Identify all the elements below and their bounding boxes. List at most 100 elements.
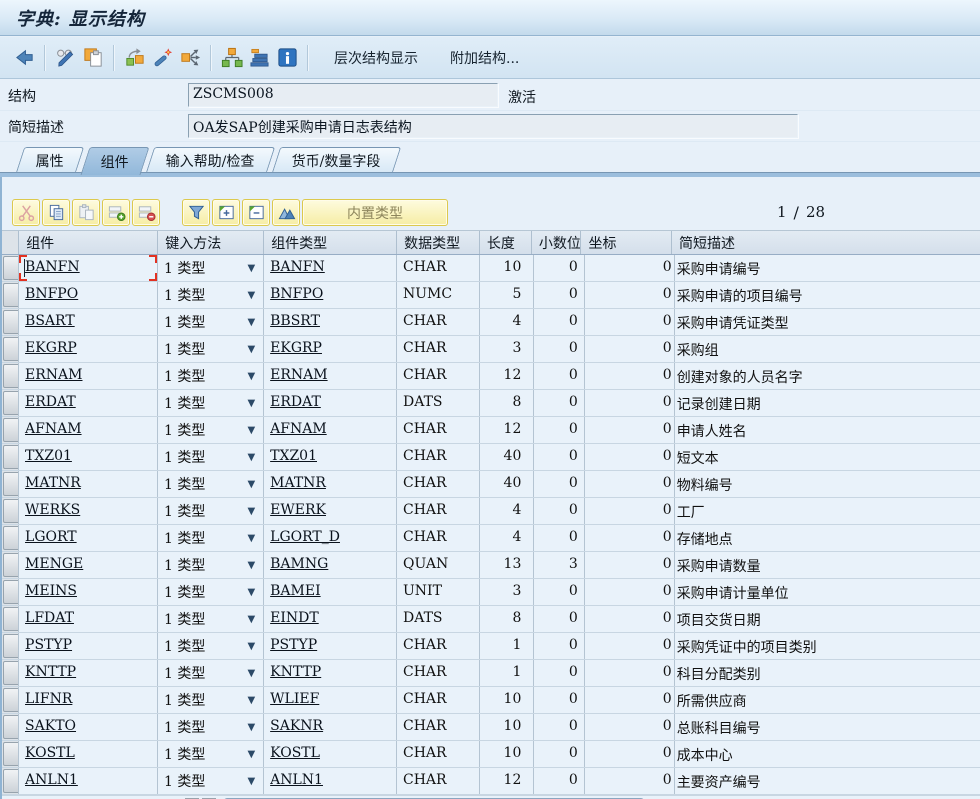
- chevron-down-icon[interactable]: ▼: [247, 533, 257, 544]
- chevron-down-icon[interactable]: ▼: [247, 263, 257, 274]
- typing-method-dropdown[interactable]: 1 类型 ▼: [158, 741, 265, 767]
- component-cell[interactable]: MATNR: [19, 471, 158, 497]
- chevron-down-icon[interactable]: ▼: [247, 398, 257, 409]
- component-type-link[interactable]: ANLN1: [270, 772, 323, 788]
- component-type-link[interactable]: LGORT_D: [270, 529, 340, 545]
- component-type-cell[interactable]: ANLN1: [264, 768, 397, 794]
- component-cell[interactable]: MEINS: [19, 579, 158, 605]
- component-type-link[interactable]: BNFPO: [270, 286, 323, 302]
- row-selector-button[interactable]: [3, 742, 19, 766]
- component-type-cell[interactable]: TXZ01: [264, 444, 397, 470]
- component-cell[interactable]: BNFPO: [19, 282, 158, 308]
- component-cell[interactable]: ANLN1: [19, 768, 158, 794]
- typing-method-dropdown[interactable]: 1 类型 ▼: [158, 363, 265, 389]
- component-link[interactable]: KOSTL: [25, 745, 75, 761]
- component-type-cell[interactable]: LGORT_D: [264, 525, 397, 551]
- component-link[interactable]: AFNAM: [25, 421, 82, 437]
- component-cell[interactable]: LFDAT: [19, 606, 158, 632]
- column-header[interactable]: 组件类型: [264, 231, 398, 254]
- collapse-icon[interactable]: [242, 199, 270, 226]
- row-selector-button[interactable]: [3, 526, 19, 550]
- component-type-link[interactable]: AFNAM: [270, 421, 327, 437]
- component-link[interactable]: WERKS: [25, 502, 80, 518]
- chevron-down-icon[interactable]: ▼: [247, 344, 257, 355]
- row-selector-button[interactable]: [3, 418, 19, 442]
- typing-method-dropdown[interactable]: 1 类型 ▼: [158, 687, 265, 713]
- typing-method-dropdown[interactable]: 1 类型 ▼: [158, 471, 265, 497]
- hierarchy-icon[interactable]: [217, 44, 245, 72]
- chevron-down-icon[interactable]: ▼: [247, 614, 257, 625]
- chevron-down-icon[interactable]: ▼: [247, 506, 257, 517]
- row-selector-button[interactable]: [3, 688, 19, 712]
- component-link[interactable]: ERNAM: [25, 367, 82, 383]
- row-selector-button[interactable]: [3, 310, 19, 334]
- component-link[interactable]: EKGRP: [25, 340, 77, 356]
- column-header[interactable]: 组件: [19, 231, 159, 254]
- chevron-down-icon[interactable]: ▼: [247, 560, 257, 571]
- row-selector-button[interactable]: [3, 580, 19, 604]
- where-used-icon[interactable]: [176, 44, 204, 72]
- back-icon[interactable]: [10, 44, 38, 72]
- other-object-icon[interactable]: [120, 44, 148, 72]
- component-cell[interactable]: ERDAT: [19, 390, 158, 416]
- builtin-type-button[interactable]: 内置类型: [302, 199, 448, 226]
- component-type-link[interactable]: ERNAM: [270, 367, 327, 383]
- column-header[interactable]: 简短描述: [672, 231, 980, 254]
- typing-method-dropdown[interactable]: 1 类型 ▼: [158, 282, 265, 308]
- clipboard-object-icon[interactable]: [79, 44, 107, 72]
- component-cell[interactable]: MENGE: [19, 552, 158, 578]
- component-type-cell[interactable]: AFNAM: [264, 417, 397, 443]
- typing-method-dropdown[interactable]: 1 类型 ▼: [158, 633, 265, 659]
- component-cell[interactable]: AFNAM: [19, 417, 158, 443]
- component-type-link[interactable]: ERDAT: [270, 394, 321, 410]
- display-change-icon[interactable]: [51, 44, 79, 72]
- insert-row-icon[interactable]: [102, 199, 130, 226]
- component-type-link[interactable]: EINDT: [270, 610, 319, 626]
- component-type-link[interactable]: KOSTL: [270, 745, 320, 761]
- typing-method-dropdown[interactable]: 1 类型 ▼: [158, 390, 265, 416]
- component-type-link[interactable]: EWERK: [270, 502, 326, 518]
- component-cell[interactable]: WERKS: [19, 498, 158, 524]
- chevron-down-icon[interactable]: ▼: [247, 668, 257, 679]
- tab-attributes[interactable]: 属性: [15, 147, 85, 173]
- expand-icon[interactable]: [212, 199, 240, 226]
- row-selector-button[interactable]: [3, 256, 19, 280]
- tab-currency-quantity-fields[interactable]: 货币/数量字段: [271, 147, 401, 173]
- copy-icon[interactable]: [42, 199, 70, 226]
- column-header[interactable]: 长度: [480, 231, 532, 254]
- row-selector-button[interactable]: [3, 634, 19, 658]
- component-cell[interactable]: KOSTL: [19, 741, 158, 767]
- component-type-link[interactable]: WLIEF: [270, 691, 319, 707]
- chevron-down-icon[interactable]: ▼: [247, 587, 257, 598]
- sort-levels-icon[interactable]: [245, 44, 273, 72]
- row-selector-button[interactable]: [3, 445, 19, 469]
- component-type-link[interactable]: BAMEI: [270, 583, 320, 599]
- component-type-cell[interactable]: BNFPO: [264, 282, 397, 308]
- horizontal-scrollbar[interactable]: [2, 795, 980, 799]
- component-link[interactable]: SAKTO: [25, 718, 76, 734]
- component-cell[interactable]: LIFNR: [19, 687, 158, 713]
- typing-method-dropdown[interactable]: 1 类型 ▼: [158, 768, 265, 794]
- column-header[interactable]: 键入方法: [158, 231, 265, 254]
- chevron-down-icon[interactable]: ▼: [247, 695, 257, 706]
- component-type-cell[interactable]: SAKNR: [264, 714, 397, 740]
- chevron-down-icon[interactable]: ▼: [247, 452, 257, 463]
- row-selector-button[interactable]: [3, 364, 19, 388]
- filter-icon[interactable]: [182, 199, 210, 226]
- description-field[interactable]: OA发SAP创建采购申请日志表结构: [188, 114, 798, 138]
- typing-method-dropdown[interactable]: 1 类型 ▼: [158, 525, 265, 551]
- component-type-link[interactable]: TXZ01: [270, 448, 317, 464]
- chevron-down-icon[interactable]: ▼: [247, 722, 257, 733]
- chevron-down-icon[interactable]: ▼: [247, 776, 257, 787]
- component-type-link[interactable]: PSTYP: [270, 637, 317, 653]
- component-type-link[interactable]: EKGRP: [270, 340, 322, 356]
- typing-method-dropdown[interactable]: 1 类型 ▼: [158, 255, 265, 281]
- component-link[interactable]: LFDAT: [25, 610, 74, 626]
- component-type-link[interactable]: SAKNR: [270, 718, 323, 734]
- component-cell[interactable]: ERNAM: [19, 363, 158, 389]
- component-link[interactable]: MATNR: [25, 475, 81, 491]
- tab-input-help-check[interactable]: 输入帮助/检查: [145, 147, 275, 173]
- component-link[interactable]: BNFPO: [25, 286, 78, 302]
- component-link[interactable]: ERDAT: [25, 394, 76, 410]
- component-type-cell[interactable]: BANFN: [264, 255, 397, 281]
